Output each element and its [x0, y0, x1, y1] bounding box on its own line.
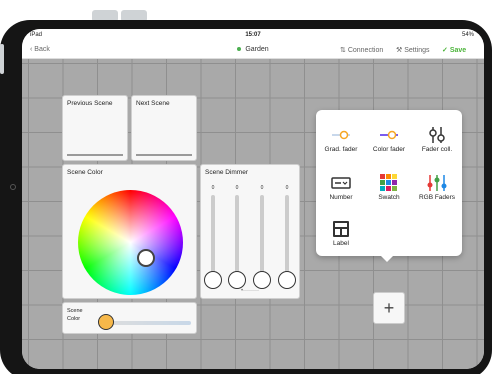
color-wheel[interactable] [78, 190, 183, 295]
previous-scene-label: Previous Scene [67, 100, 113, 107]
fader-handle[interactable] [278, 271, 296, 289]
scene-dimmer: Scene Dimmer 0 0 0 0 •········ [200, 164, 300, 299]
widget-fader-collection[interactable]: Fader coll. [412, 124, 462, 166]
save-label: Save [449, 47, 467, 54]
gradient-fader-icon [316, 124, 366, 146]
slider-track[interactable] [103, 321, 191, 325]
dimmer-fader[interactable]: 0 [277, 185, 297, 289]
color-wheel-knob[interactable] [137, 249, 155, 267]
dimmer-fader[interactable]: 0 [252, 185, 272, 289]
widget-label: Number [329, 194, 353, 201]
label-icon [316, 218, 366, 240]
dimmer-fader[interactable]: 0 [227, 185, 247, 289]
fader-value: 0 [260, 185, 264, 191]
next-scene-button[interactable]: Next Scene [131, 95, 197, 161]
number-icon [316, 172, 366, 194]
widget-picker-popup: Grad. fader Color fader Fader coll. Numb… [316, 110, 462, 262]
widget-label: Label [333, 240, 349, 247]
widget-color-fader[interactable]: Color fader [364, 124, 414, 166]
widget-grad-fader[interactable]: Grad. fader [316, 124, 366, 166]
fader-handle[interactable] [204, 271, 222, 289]
fader-value: 0 [235, 185, 239, 191]
color-fader-icon [364, 124, 414, 146]
fader-track [285, 195, 289, 273]
scene-color-slider-label: Scene Color [67, 308, 83, 322]
dimmer-fader[interactable]: 0 [203, 185, 223, 289]
fader-value: 0 [211, 185, 215, 191]
widget-number[interactable]: Number [316, 172, 366, 214]
connection-label: Connection [347, 47, 384, 54]
page-indicator: •········ [240, 288, 260, 294]
add-widget-button[interactable]: + [373, 292, 405, 324]
button-bar [67, 154, 123, 156]
navigation-bar: ‹ Back Garden ⇅ Connection ⚒ Settings ✓ … [22, 41, 484, 59]
camera-dot [10, 184, 16, 190]
swatch-icon [364, 172, 414, 194]
button-bar [136, 154, 192, 156]
fader-value: 0 [285, 185, 289, 191]
widget-label: Swatch [378, 194, 400, 201]
settings-button[interactable]: ⚒ Settings [396, 46, 430, 54]
scene-color-label: Scene Color [67, 169, 103, 176]
settings-label: Settings [404, 47, 430, 54]
status-time: 15:07 [245, 32, 261, 38]
slider-knob[interactable] [98, 314, 114, 330]
save-button[interactable]: ✓ Save [442, 46, 466, 54]
fader-track [260, 195, 264, 273]
fader-handle[interactable] [253, 271, 271, 289]
connection-button[interactable]: ⇅ Connection [340, 46, 383, 54]
widget-label: RGB Faders [418, 194, 456, 201]
next-scene-label: Next Scene [136, 100, 170, 107]
previous-scene-button[interactable]: Previous Scene [62, 95, 128, 161]
widget-label-item[interactable]: Label [316, 218, 366, 260]
scene-dimmer-label: Scene Dimmer [205, 169, 248, 176]
fader-collection-icon [412, 124, 462, 146]
fader-track [211, 195, 215, 273]
status-dot-icon [237, 47, 242, 52]
rgb-faders-icon [412, 172, 462, 194]
fader-handle[interactable] [228, 271, 246, 289]
widget-label: Fader coll. [421, 146, 453, 153]
widget-rgb-faders[interactable]: RGB Faders [412, 172, 462, 214]
side-button [0, 44, 4, 74]
scene-color-picker[interactable]: Scene Color [62, 164, 197, 299]
status-bar: iPad 15:07 54% [22, 29, 484, 41]
screen: iPad 15:07 54% ‹ Back Garden ⇅ Connectio… [22, 29, 484, 369]
battery-level: 54% [461, 32, 474, 38]
widget-swatch[interactable]: Swatch [364, 172, 414, 214]
fader-track [235, 195, 239, 273]
widget-label: Color fader [372, 146, 406, 153]
scene-color-slider[interactable]: Scene Color [62, 302, 197, 334]
widget-label: Grad. fader [324, 146, 358, 153]
title-text: Garden [245, 46, 269, 53]
